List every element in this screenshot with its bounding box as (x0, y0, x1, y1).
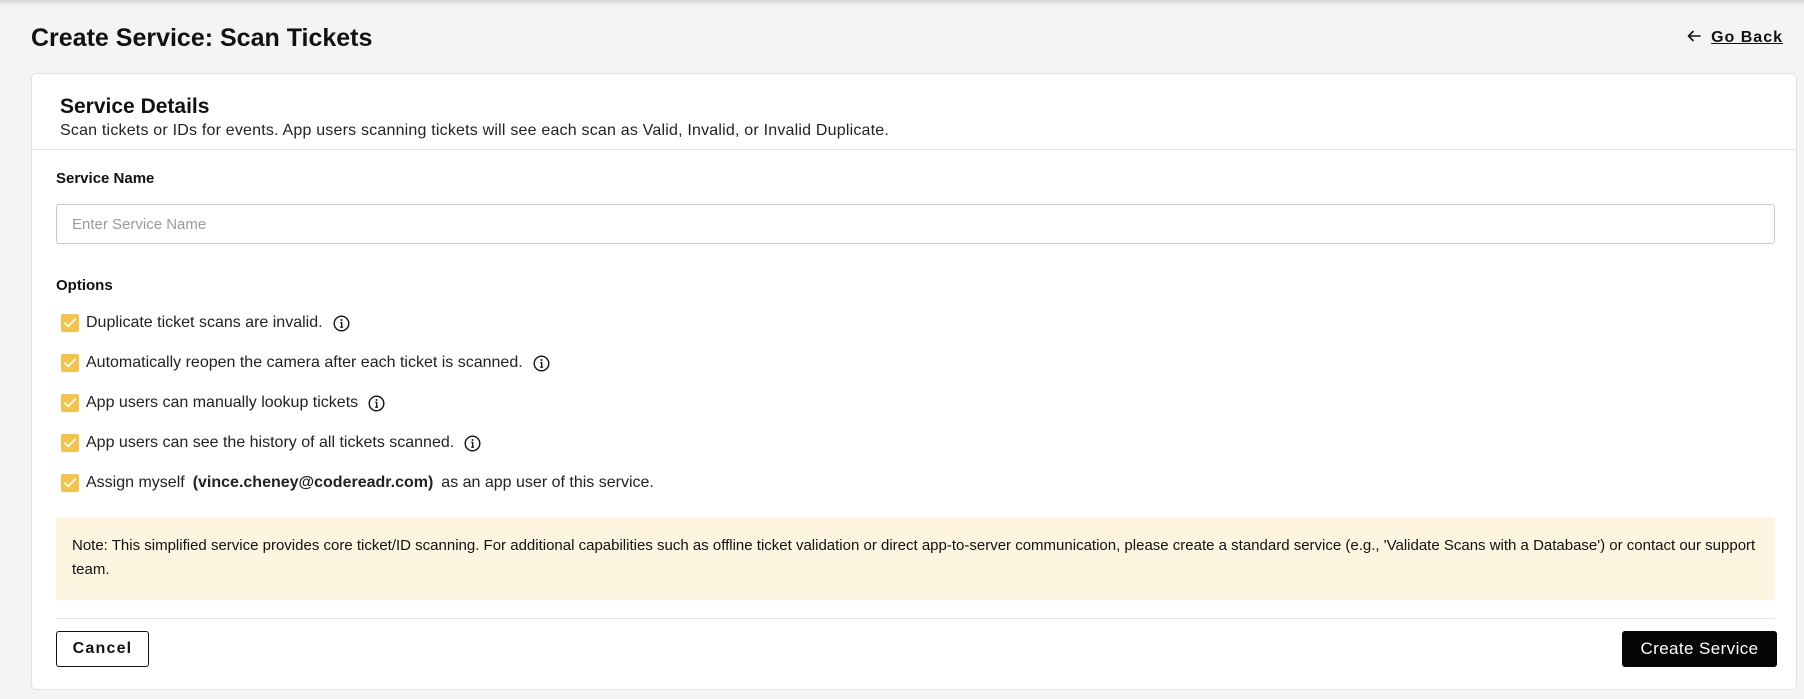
info-icon[interactable] (533, 354, 550, 372)
section-head: Service Details Scan tickets or IDs for … (60, 94, 889, 140)
go-back-link[interactable]: Go Back (1687, 29, 1783, 47)
checkmark-icon (64, 398, 76, 408)
info-icon[interactable] (333, 314, 350, 332)
option-label: Duplicate ticket scans are invalid. (86, 314, 323, 331)
option-duplicate-invalid: Duplicate ticket scans are invalid. (61, 303, 654, 343)
service-details-card: Service Details Scan tickets or IDs for … (31, 73, 1797, 690)
service-name-input[interactable] (56, 204, 1775, 244)
assign-suffix: as an app user of this service. (441, 474, 654, 491)
option-assign-myself: Assign myself (vince.cheney@codereadr.co… (61, 463, 654, 503)
page-header: Create Service: Scan Tickets Go Back (31, 20, 1783, 56)
divider (32, 149, 1796, 150)
checkmark-icon (64, 438, 76, 448)
options-list: Duplicate ticket scans are invalid. Auto… (61, 303, 654, 503)
checkbox-reopen-camera[interactable] (61, 354, 79, 372)
checkmark-icon (64, 318, 76, 328)
service-name-label: Service Name (56, 170, 155, 187)
checkbox-assign-myself[interactable] (61, 474, 79, 492)
arrow-left-icon (1687, 29, 1701, 47)
options-label: Options (56, 277, 113, 294)
checkmark-icon (64, 478, 76, 488)
checkbox-duplicate-invalid[interactable] (61, 314, 79, 332)
option-label: App users can manually lookup tickets (86, 394, 359, 411)
option-reopen-camera: Automatically reopen the camera after ea… (61, 343, 654, 383)
note-box: Note: This simplified service provides c… (56, 517, 1775, 600)
cancel-button[interactable]: Cancel (56, 631, 149, 667)
checkmark-icon (64, 358, 76, 368)
assign-prefix: Assign myself (86, 474, 185, 491)
section-description: Scan tickets or IDs for events. App user… (60, 122, 890, 139)
top-shadow (0, 0, 1804, 6)
section-title: Service Details (60, 95, 210, 118)
checkbox-manual-lookup[interactable] (61, 394, 79, 412)
divider (56, 618, 1775, 619)
option-label: Automatically reopen the camera after ea… (86, 354, 523, 371)
option-manual-lookup: App users can manually lookup tickets (61, 383, 654, 423)
user-email: (vince.cheney@codereadr.com) (192, 474, 434, 491)
option-scan-history: App users can see the history of all tic… (61, 423, 654, 463)
create-service-button[interactable]: Create Service (1622, 631, 1777, 667)
info-icon[interactable] (368, 394, 385, 412)
page-title: Create Service: Scan Tickets (31, 23, 373, 52)
info-icon[interactable] (464, 434, 481, 452)
checkbox-scan-history[interactable] (61, 434, 79, 452)
option-label: App users can see the history of all tic… (86, 434, 455, 451)
go-back-label: Go Back (1711, 29, 1783, 46)
